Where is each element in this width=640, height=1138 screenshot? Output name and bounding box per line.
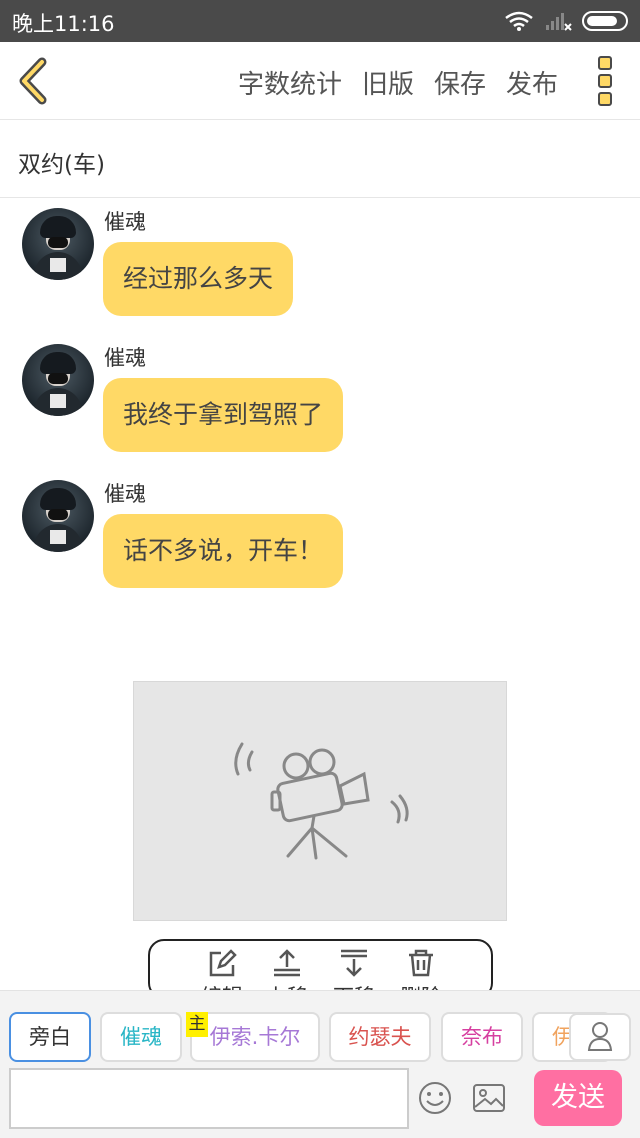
person-icon: [587, 1022, 613, 1051]
character-name: 催魂: [120, 1025, 162, 1049]
chat-message[interactable]: 催魂 经过那么多天: [0, 200, 640, 320]
character-name: 奈布: [461, 1025, 503, 1049]
character-name: 伊索.卡尔: [209, 1025, 301, 1049]
send-button[interactable]: 发送: [534, 1070, 622, 1126]
message-bubble[interactable]: 经过那么多天: [103, 242, 294, 316]
publish-button[interactable]: 发布: [506, 64, 558, 101]
status-time: 晚上11:16: [12, 12, 115, 36]
old-version-button[interactable]: 旧版: [362, 64, 414, 101]
top-bar: 字数统计 旧版 保存 发布: [0, 42, 640, 120]
bottom-panel: 旁白 催魂 主 伊索.卡尔 约瑟夫 奈布 伊 发送: [0, 990, 640, 1138]
message-bubble[interactable]: 话不多说，开车！: [103, 514, 344, 588]
word-count-button[interactable]: 字数统计: [238, 64, 342, 101]
sender-name: 催魂: [104, 346, 146, 370]
document-title: 双约(车): [18, 152, 105, 178]
avatar: [22, 480, 94, 552]
video-placeholder[interactable]: [133, 681, 507, 921]
character-name: 旁白: [29, 1025, 71, 1049]
character-chip-eli-clark[interactable]: 主 伊索.卡尔: [186, 1012, 320, 1062]
character-manage-button[interactable]: [569, 1013, 631, 1061]
character-chip-naib[interactable]: 奈布: [441, 1012, 523, 1062]
save-button[interactable]: 保存: [434, 64, 486, 101]
document-title-row[interactable]: 双约(车): [0, 120, 640, 198]
sender-name: 催魂: [104, 482, 146, 506]
avatar: [22, 208, 94, 280]
more-menu-icon[interactable]: [598, 56, 614, 106]
chat-message[interactable]: 催魂 话不多说，开车！: [0, 472, 640, 592]
character-selector: 旁白 催魂 主 伊索.卡尔 约瑟夫 奈布 伊: [0, 1012, 640, 1064]
trash-icon: [409, 949, 433, 977]
image-icon[interactable]: [472, 1083, 506, 1113]
edit-icon: [209, 949, 237, 977]
character-chip-joseph[interactable]: 约瑟夫: [329, 1012, 431, 1062]
avatar: [22, 344, 94, 416]
sender-name: 催魂: [104, 210, 146, 234]
video-camera-icon: [234, 742, 409, 860]
move-up-icon: [274, 949, 300, 977]
character-name: 约瑟夫: [348, 1025, 412, 1049]
battery-icon: [582, 11, 628, 31]
wifi-icon: [505, 11, 533, 31]
status-icons: [504, 10, 628, 32]
header-actions: 字数统计 旧版 保存 发布: [238, 64, 558, 101]
character-chip-cuihun[interactable]: 催魂: [100, 1012, 182, 1062]
message-input[interactable]: [9, 1068, 409, 1129]
move-down-icon: [341, 949, 367, 977]
status-bar: 晚上11:16: [0, 0, 640, 42]
character-chip-narrator[interactable]: 旁白: [9, 1012, 91, 1062]
message-bubble[interactable]: 我终于拿到驾照了: [103, 378, 344, 452]
chat-message[interactable]: 催魂 我终于拿到驾照了: [0, 336, 640, 456]
protagonist-badge: 主: [186, 1012, 208, 1037]
back-chevron-icon[interactable]: [14, 56, 54, 106]
signal-icon: [546, 13, 572, 31]
emoji-icon[interactable]: [418, 1081, 452, 1115]
